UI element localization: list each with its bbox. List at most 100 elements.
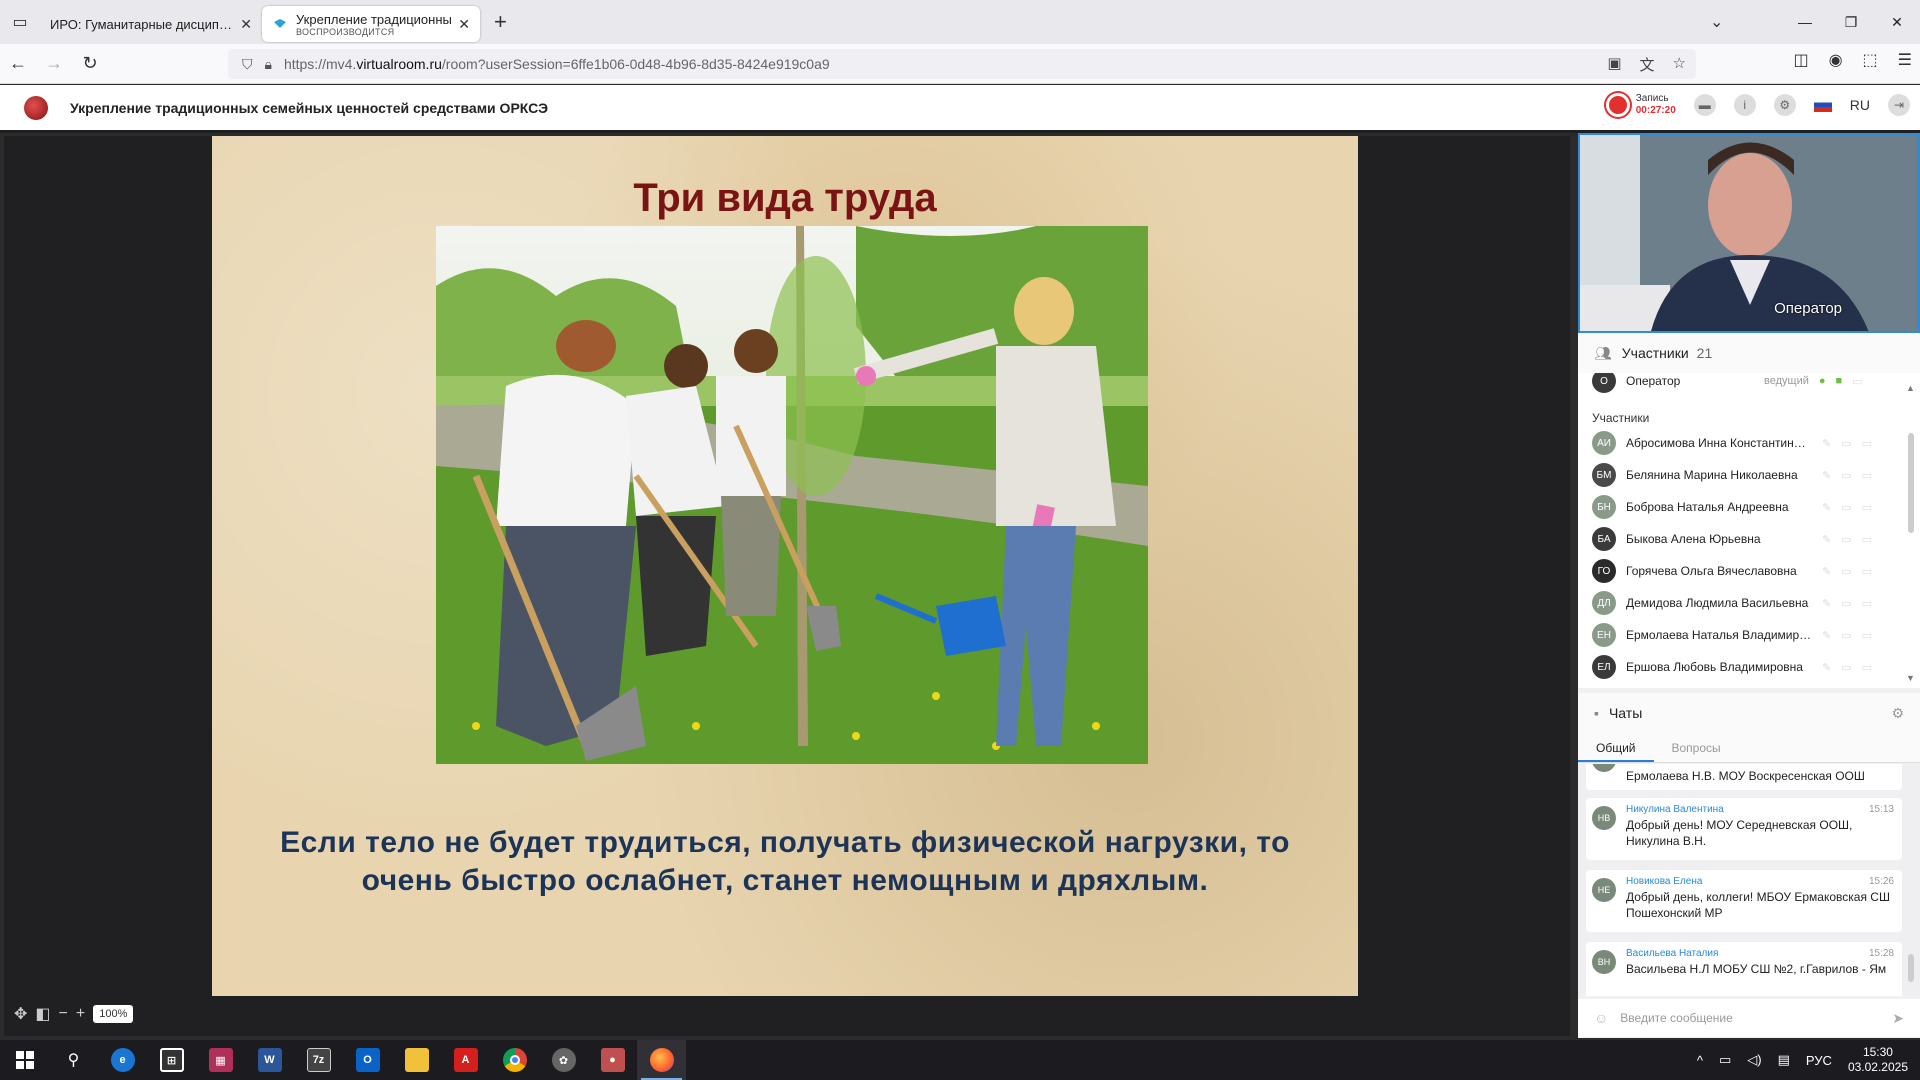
input-language[interactable]: РУС — [1806, 1053, 1832, 1068]
participant-row[interactable]: БМ Белянина Марина Николаевна ✎ ▭ ▭ — [1578, 459, 1904, 491]
camera-video[interactable]: Оператор — [1578, 133, 1920, 333]
close-window-button[interactable]: ✕ — [1874, 0, 1920, 44]
taskbar-edge[interactable]: e — [98, 1040, 147, 1080]
microphone-off-icon[interactable]: ✎ — [1822, 533, 1831, 546]
taskbar-chrome[interactable] — [490, 1040, 539, 1080]
microphone-off-icon[interactable]: ✎ — [1822, 501, 1831, 514]
send-icon[interactable]: ➤ — [1892, 1010, 1904, 1027]
host-row[interactable]: О Оператор ведущий ● ■ ▭ — [1578, 373, 1904, 397]
camera-off-icon[interactable]: ▭ — [1841, 661, 1851, 674]
translate-icon[interactable]: 文 — [1640, 54, 1655, 75]
folder-icon[interactable]: ▬ — [1693, 94, 1716, 116]
volume-icon[interactable]: ◁) — [1747, 1052, 1761, 1068]
language-selector[interactable]: RU — [1850, 97, 1870, 113]
reload-button[interactable]: ↻ — [72, 46, 108, 82]
microphone-off-icon[interactable]: ✎ — [1822, 437, 1831, 450]
camera-off-icon[interactable]: ▭ — [1841, 597, 1851, 610]
bookmark-star-icon[interactable]: ☆ — [1673, 54, 1686, 75]
scroll-down-icon[interactable]: ▼ — [1906, 673, 1915, 683]
microphone-off-icon[interactable]: ✎ — [1822, 661, 1831, 674]
shield-icon[interactable]: ⛉ — [242, 56, 253, 73]
participant-row[interactable]: ДЛ Демидова Людмила Васильевна ✎ ▭ ▭ — [1578, 587, 1904, 619]
microphone-off-icon[interactable]: ✎ — [1822, 629, 1831, 642]
taskbar-firefox[interactable] — [637, 1040, 686, 1080]
screen-share-icon[interactable]: ▭ — [1862, 533, 1872, 546]
scroll-up-icon[interactable]: ▲ — [1906, 383, 1915, 393]
participant-row[interactable]: ЕН Ермолаева Наталья Владимировна ✎ ▭ ▭ — [1578, 619, 1904, 651]
camera-icon[interactable]: ■ — [1836, 375, 1843, 387]
participant-row[interactable]: ЕЛ Ершова Любовь Владимировна ✎ ▭ ▭ — [1578, 651, 1904, 683]
info-icon[interactable]: i — [1733, 94, 1756, 116]
clock[interactable]: 15:30 03.02.2025 — [1848, 1045, 1908, 1075]
participants-scrollbar[interactable]: ▲ ▼ — [1906, 383, 1916, 683]
tab-close-icon[interactable]: ✕ — [458, 16, 470, 33]
taskbar-acrobat[interactable]: A — [441, 1040, 490, 1080]
chats-header[interactable]: ▪ Чаты ⚙ — [1578, 693, 1920, 733]
taskbar-app[interactable]: ▦ — [196, 1040, 245, 1080]
back-button[interactable]: ← — [0, 46, 36, 82]
participant-row[interactable]: ГО Горячева Ольга Вячеславовна ✎ ▭ ▭ — [1578, 555, 1904, 587]
chat-settings-gear-icon[interactable]: ⚙ — [1891, 705, 1904, 722]
screen-share-icon[interactable]: ▭ — [1852, 375, 1862, 388]
screen-share-icon[interactable]: ▭ — [1862, 597, 1872, 610]
participants-header[interactable]: 👥︎ Участники 21 — [1578, 333, 1920, 373]
tab-questions[interactable]: Вопросы — [1654, 733, 1739, 762]
search-button[interactable]: ⚲ — [49, 1040, 98, 1080]
tab-list-icon[interactable]: ▭ — [0, 0, 40, 44]
lock-icon[interactable]: 🔒︎ — [265, 56, 272, 73]
participant-row[interactable]: АИ Абросимова Инна Константиновна ✎ ▭ ▭ — [1578, 427, 1904, 459]
fit-screen-icon[interactable]: ✥ — [14, 1004, 27, 1024]
account-icon[interactable]: ◉ — [1829, 50, 1843, 70]
pocket-icon[interactable]: ◫ — [1793, 50, 1808, 70]
participant-row[interactable]: БА Быкова Алена Юрьевна ✎ ▭ ▭ — [1578, 523, 1904, 555]
start-button[interactable] — [0, 1040, 49, 1080]
russian-flag-icon[interactable] — [1813, 98, 1832, 112]
taskbar-store[interactable]: ⊞ — [147, 1040, 196, 1080]
tab-virtualroom[interactable]: Укрепление традиционных семейных ВОСПРОИ… — [262, 6, 480, 42]
restore-button[interactable]: ❐ — [1828, 0, 1874, 44]
screen-share-icon[interactable]: ▭ — [1862, 661, 1872, 674]
notification-icon[interactable]: ▤ — [1778, 1052, 1790, 1068]
scroll-thumb[interactable] — [1908, 954, 1914, 982]
forward-button[interactable]: → — [36, 46, 72, 82]
taskbar-virtualroom[interactable]: ● — [588, 1040, 637, 1080]
screen-share-icon[interactable]: ▭ — [1862, 437, 1872, 450]
emoji-icon[interactable]: ☺ — [1594, 1010, 1608, 1026]
camera-off-icon[interactable]: ▭ — [1841, 629, 1851, 642]
extensions-icon[interactable]: ⬚ — [1863, 50, 1878, 70]
url-bar[interactable]: ⛉ 🔒︎ https://mv4. virtualroom.ru/room?use… — [228, 49, 1696, 79]
scroll-thumb[interactable] — [1908, 433, 1914, 533]
microphone-off-icon[interactable]: ✎ — [1822, 469, 1831, 482]
chat-scrollbar[interactable] — [1906, 764, 1916, 996]
screen-share-icon[interactable]: ▭ — [1862, 565, 1872, 578]
exit-icon[interactable]: ⇥ — [1888, 94, 1910, 116]
taskbar-word[interactable]: W — [245, 1040, 294, 1080]
taskbar-explorer[interactable] — [392, 1040, 441, 1080]
camera-off-icon[interactable]: ▭ — [1841, 437, 1851, 450]
screen-share-icon[interactable]: ▭ — [1862, 629, 1872, 642]
settings-gear-icon[interactable]: ⚙ — [1773, 94, 1796, 116]
tab-iro[interactable]: ИРО: Гуманитарные дисциплины ✕ — [40, 6, 262, 42]
microphone-off-icon[interactable]: ✎ — [1822, 597, 1831, 610]
camera-off-icon[interactable]: ▭ — [1841, 501, 1851, 514]
tray-expand-icon[interactable]: ^ — [1697, 1053, 1703, 1068]
fit-width-icon[interactable]: ◧ — [35, 1004, 50, 1024]
taskbar-outlook[interactable]: O — [343, 1040, 392, 1080]
camera-off-icon[interactable]: ▭ — [1841, 469, 1851, 482]
participant-row[interactable]: БН Боброва Наталья Андреевна ✎ ▭ ▭ — [1578, 491, 1904, 523]
network-icon[interactable]: ▭ — [1719, 1052, 1731, 1068]
microphone-off-icon[interactable]: ✎ — [1822, 565, 1831, 578]
new-tab-button[interactable]: + — [494, 9, 507, 35]
menu-icon[interactable]: ☰ — [1898, 50, 1912, 70]
taskbar-app2[interactable]: ✿ — [539, 1040, 588, 1080]
screen-share-icon[interactable]: ▭ — [1862, 469, 1872, 482]
minimize-button[interactable]: — — [1782, 0, 1828, 44]
taskbar-7zip[interactable]: 7z — [294, 1040, 343, 1080]
tab-close-icon[interactable]: ✕ — [240, 16, 252, 33]
zoom-out-button[interactable]: − — [59, 1005, 68, 1023]
recording-indicator[interactable]: Запись 00:27:20 — [1605, 93, 1676, 117]
microphone-icon[interactable]: ● — [1819, 375, 1826, 387]
camera-off-icon[interactable]: ▭ — [1841, 533, 1851, 546]
camera-off-icon[interactable]: ▭ — [1841, 565, 1851, 578]
zoom-in-button[interactable]: + — [76, 1005, 85, 1023]
